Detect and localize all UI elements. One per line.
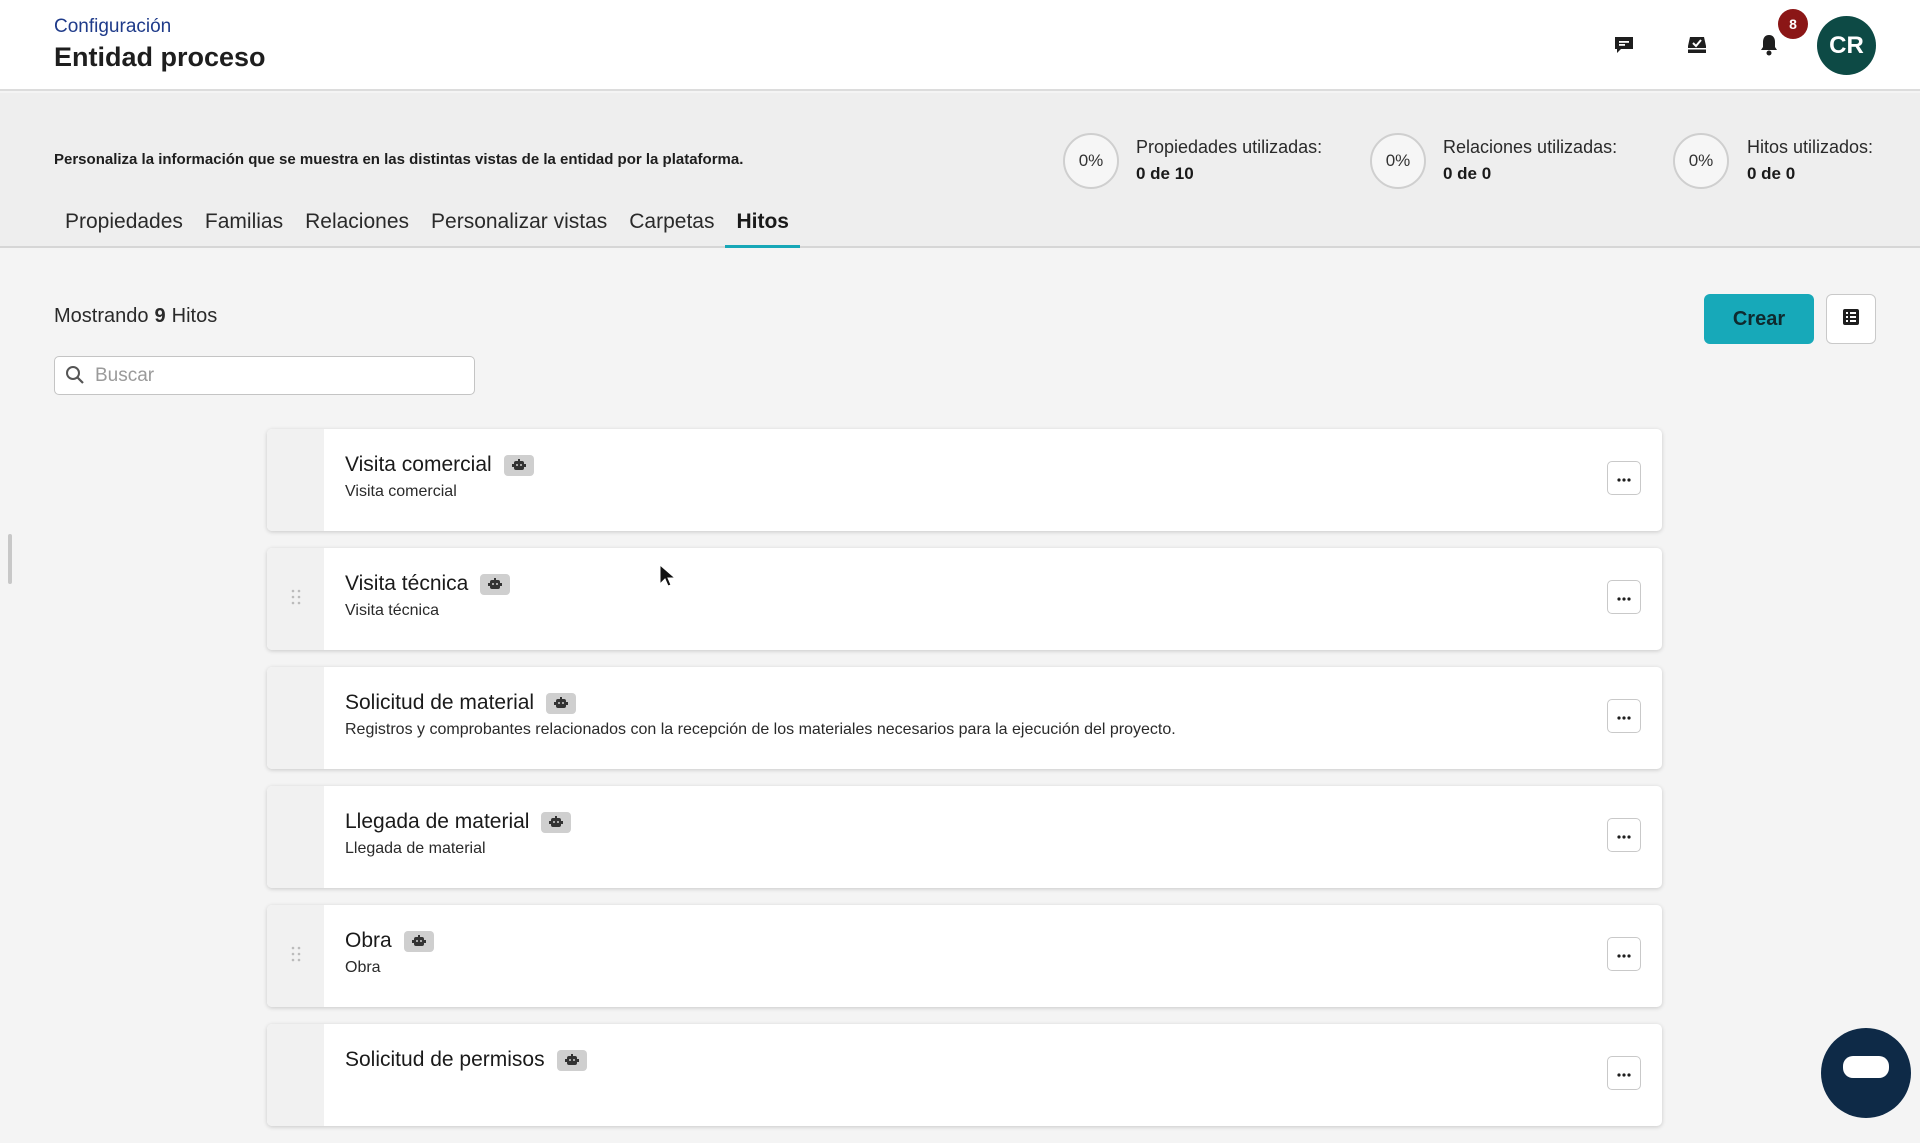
tab-relaciones[interactable]: Relaciones	[294, 205, 420, 248]
notification-badge: 8	[1778, 9, 1808, 39]
list-view-icon	[1841, 307, 1861, 332]
ellipsis-icon	[1617, 945, 1631, 963]
milestone-title-text: Visita técnica	[345, 572, 469, 595]
milestone-description: Llegada de material	[345, 840, 486, 857]
more-options-button[interactable]	[1607, 580, 1641, 614]
milestone-card[interactable]: Obra Obra	[267, 905, 1662, 1007]
drag-dots-icon	[291, 946, 301, 967]
milestone-title-text: Visita comercial	[345, 453, 492, 476]
ellipsis-icon	[1617, 707, 1631, 725]
milestone-title-text: Solicitud de material	[345, 691, 535, 714]
results-count-prefix: Mostrando	[54, 305, 149, 327]
ellipsis-icon	[1617, 588, 1631, 606]
drag-handle[interactable]	[267, 429, 324, 531]
relations-usage-circle: 0%	[1370, 133, 1426, 189]
ellipsis-icon	[1617, 826, 1631, 844]
chat-bubble-icon	[1843, 1056, 1889, 1083]
drag-handle[interactable]	[267, 548, 324, 650]
robot-icon	[556, 1049, 587, 1071]
search-input[interactable]	[95, 361, 465, 391]
more-options-button[interactable]	[1607, 937, 1641, 971]
drag-handle[interactable]	[267, 786, 324, 888]
milestone-title-text: Obra	[345, 929, 392, 952]
robot-icon	[546, 692, 577, 714]
milestones-usage-label: Hitos utilizados:	[1747, 137, 1874, 157]
robot-icon	[541, 811, 572, 833]
milestone-title-text: Solicitud de permisos	[345, 1048, 545, 1071]
tab-hitos[interactable]: Hitos	[725, 205, 800, 248]
milestones-usage-circle: 0%	[1673, 133, 1729, 189]
more-options-button[interactable]	[1607, 818, 1641, 852]
more-options-button[interactable]	[1607, 461, 1641, 495]
more-options-button[interactable]	[1607, 1056, 1641, 1090]
drag-handle[interactable]	[267, 905, 324, 1007]
milestone-list: Visita comercial Visita comercial Visita…	[267, 429, 1662, 1143]
drag-handle[interactable]	[267, 1024, 324, 1126]
page-title: Entidad proceso	[54, 42, 266, 72]
tab-familias[interactable]: Familias	[194, 205, 294, 248]
breadcrumb[interactable]: Configuración	[54, 16, 171, 38]
tab-personalizar-vistas[interactable]: Personalizar vistas	[420, 205, 618, 248]
avatar[interactable]: CR	[1817, 16, 1876, 75]
search-icon	[65, 365, 85, 390]
milestone-description: Visita técnica	[345, 602, 439, 619]
entity-tabs: Propiedades Familias Relaciones Personal…	[54, 205, 800, 248]
drag-dots-icon	[291, 589, 301, 610]
tab-propiedades[interactable]: Propiedades	[54, 205, 194, 248]
milestone-card[interactable]: Llegada de material Llegada de material	[267, 786, 1662, 888]
properties-usage-circle: 0%	[1063, 133, 1119, 189]
milestone-description: Registros y comprobantes relacionados co…	[345, 721, 1176, 738]
milestone-title: Llegada de material	[345, 810, 572, 834]
milestone-title: Solicitud de material	[345, 691, 577, 715]
milestone-description: Obra	[345, 959, 381, 976]
entity-description: Personaliza la información que se muestr…	[54, 151, 744, 168]
properties-usage-value: 0 de 10	[1136, 164, 1194, 183]
ellipsis-icon	[1617, 1064, 1631, 1082]
entity-info-band: Personaliza la información que se muestr…	[0, 93, 1920, 248]
create-button[interactable]: Crear	[1704, 294, 1814, 344]
milestone-title-text: Llegada de material	[345, 810, 530, 833]
results-count-suffix: Hitos	[171, 305, 218, 327]
results-count: Mostrando 9 Hitos	[54, 305, 217, 328]
tab-carpetas[interactable]: Carpetas	[618, 205, 725, 248]
milestone-title: Solicitud de permisos	[345, 1048, 587, 1072]
robot-icon	[403, 930, 434, 952]
robot-icon	[503, 454, 534, 476]
relations-usage-label: Relaciones utilizadas:	[1443, 137, 1618, 157]
chat-support-button[interactable]	[1821, 1028, 1911, 1118]
mouse-cursor-icon	[659, 563, 677, 593]
milestone-card[interactable]: Visita técnica Visita técnica	[267, 548, 1662, 650]
more-options-button[interactable]	[1607, 699, 1641, 733]
milestone-description: Visita comercial	[345, 483, 457, 500]
milestone-card[interactable]: Solicitud de material Registros y compro…	[267, 667, 1662, 769]
top-bar: Configuración Entidad proceso 8 CR	[0, 0, 1920, 91]
ellipsis-icon	[1617, 469, 1631, 487]
milestones-usage-value: 0 de 0	[1747, 164, 1796, 183]
results-count-number: 9	[154, 305, 166, 327]
milestone-card[interactable]: Visita comercial Visita comercial	[267, 429, 1662, 531]
drag-handle[interactable]	[267, 667, 324, 769]
relations-usage-value: 0 de 0	[1443, 164, 1492, 183]
milestone-title: Obra	[345, 929, 434, 953]
robot-icon	[480, 573, 511, 595]
milestone-title: Visita comercial	[345, 453, 534, 477]
sidebar-resize-handle[interactable]	[8, 534, 12, 584]
inbox-check-icon[interactable]	[1680, 28, 1714, 62]
chat-icon[interactable]	[1607, 28, 1641, 62]
milestone-card[interactable]: Solicitud de permisos	[267, 1024, 1662, 1126]
milestone-title: Visita técnica	[345, 572, 511, 596]
properties-usage-label: Propiedades utilizadas:	[1136, 137, 1323, 157]
list-view-button[interactable]	[1826, 294, 1876, 344]
search-box[interactable]	[54, 356, 475, 395]
